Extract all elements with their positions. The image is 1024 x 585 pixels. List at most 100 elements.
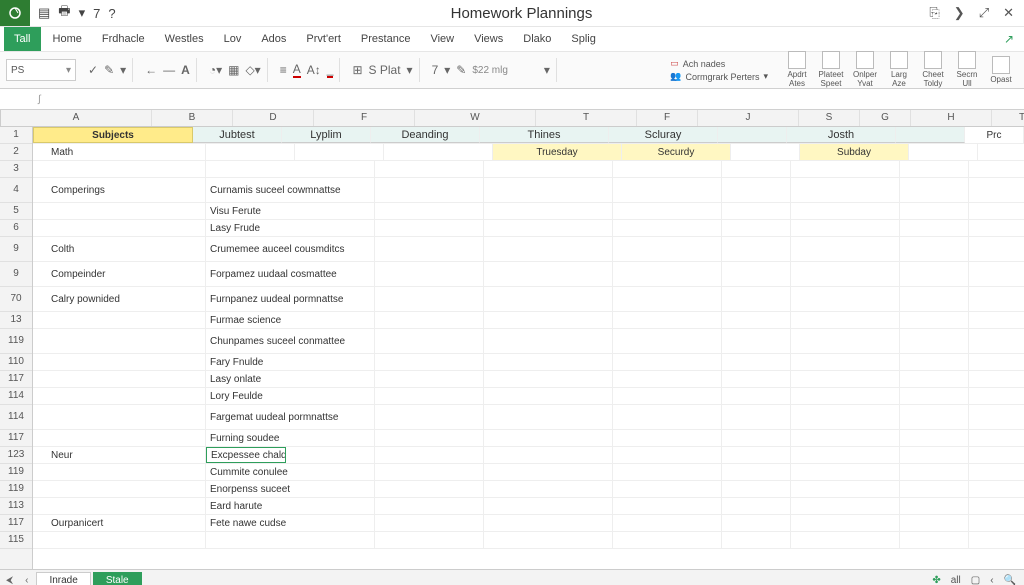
cell[interactable] xyxy=(484,447,613,463)
cell[interactable] xyxy=(969,464,1024,480)
cell[interactable] xyxy=(900,371,969,387)
cell[interactable] xyxy=(900,430,969,446)
dropdown-icon[interactable]: ▾ xyxy=(763,71,768,82)
cell[interactable] xyxy=(613,287,722,311)
cell[interactable]: Jubtest xyxy=(193,127,282,143)
menu-ados[interactable]: Ados xyxy=(251,29,296,49)
cell[interactable]: Lasy Frude xyxy=(206,220,375,236)
cell[interactable] xyxy=(969,178,1024,202)
cell[interactable] xyxy=(900,464,969,480)
scroll-left-icon[interactable]: ‹ xyxy=(990,575,993,585)
font-color-icon[interactable]: _ xyxy=(327,62,334,78)
border-icon[interactable]: ▦ xyxy=(228,63,239,77)
row-head[interactable]: 114 xyxy=(0,388,32,405)
cell[interactable]: Curnamis suceel cowmnattse xyxy=(206,178,375,202)
print-icon[interactable]: 🖶 xyxy=(58,2,70,24)
notes-icon[interactable]: ▭ xyxy=(670,58,679,69)
cell[interactable]: Scluray xyxy=(609,127,718,143)
cell[interactable] xyxy=(722,262,791,286)
row-head[interactable]: 1 xyxy=(0,127,32,144)
col-head-G[interactable]: G xyxy=(860,110,911,126)
cell[interactable]: Subday xyxy=(800,144,909,160)
cell[interactable] xyxy=(969,220,1024,236)
cell[interactable] xyxy=(969,430,1024,446)
cell[interactable] xyxy=(978,144,1024,160)
row-head[interactable]: 70 xyxy=(0,287,32,312)
cell[interactable] xyxy=(969,532,1024,548)
cell[interactable] xyxy=(722,287,791,311)
cell[interactable]: Josth xyxy=(787,127,896,143)
cell[interactable]: Furning soudee xyxy=(206,430,375,446)
cell[interactable] xyxy=(484,498,613,514)
cell[interactable] xyxy=(791,203,900,219)
cell[interactable]: Eard harute xyxy=(206,498,375,514)
cell[interactable] xyxy=(484,312,613,328)
cell[interactable] xyxy=(791,220,900,236)
cell[interactable] xyxy=(206,161,375,177)
dropdown-icon[interactable]: ▾ xyxy=(407,63,413,77)
cell[interactable]: Ourpanicert xyxy=(33,515,206,531)
cell[interactable] xyxy=(375,161,484,177)
cell[interactable] xyxy=(484,161,613,177)
cell[interactable] xyxy=(484,515,613,531)
cell[interactable] xyxy=(900,447,969,463)
menu-westles[interactable]: Westles xyxy=(155,29,214,49)
cell[interactable] xyxy=(791,329,900,353)
cell[interactable]: Visu Ferute xyxy=(206,203,375,219)
cell[interactable]: Lyplim xyxy=(282,127,371,143)
formula-bar[interactable]: ∫ xyxy=(0,89,1024,110)
menu-frdhacle[interactable]: Frdhacle xyxy=(92,29,155,49)
cell[interactable] xyxy=(969,262,1024,286)
font-size-icon[interactable]: A xyxy=(293,62,301,78)
num-7[interactable]: 7 xyxy=(432,63,439,77)
app-badge[interactable] xyxy=(0,0,30,26)
row-head[interactable]: 115 xyxy=(0,532,32,549)
cell[interactable]: Forpamez uudaal cosmattee xyxy=(206,262,375,286)
cell[interactable] xyxy=(722,220,791,236)
dropdown-icon[interactable]: ▾ xyxy=(120,63,126,77)
cell[interactable]: Subjects xyxy=(33,127,193,143)
save-icon[interactable]: ▤ xyxy=(38,5,50,21)
cell[interactable] xyxy=(384,144,493,160)
cell[interactable] xyxy=(791,354,900,370)
cell[interactable] xyxy=(484,354,613,370)
cell[interactable] xyxy=(791,464,900,480)
name-box[interactable]: PS▾ xyxy=(6,59,76,81)
ribbon-btn-plateet[interactable]: PlateetSpeet xyxy=(814,51,848,89)
font-a-icon[interactable]: A xyxy=(181,63,190,77)
cell[interactable] xyxy=(613,447,722,463)
cell[interactable] xyxy=(484,405,613,429)
cell[interactable] xyxy=(969,237,1024,261)
menu-prestance[interactable]: Prestance xyxy=(351,29,421,49)
cell[interactable] xyxy=(722,464,791,480)
cell[interactable] xyxy=(900,203,969,219)
ribbon-btn-onlper[interactable]: OnlperYvat xyxy=(848,51,882,89)
sheet-tab-stale[interactable]: Stale xyxy=(93,572,142,585)
cell[interactable] xyxy=(791,515,900,531)
cell[interactable] xyxy=(969,312,1024,328)
cell[interactable]: Crumemee auceel cousmditcs xyxy=(206,237,375,261)
cell[interactable] xyxy=(722,532,791,548)
cell[interactable] xyxy=(900,498,969,514)
cell[interactable]: Deanding xyxy=(371,127,480,143)
cell[interactable] xyxy=(722,430,791,446)
col-head-W[interactable]: W xyxy=(415,110,536,126)
window-next-icon[interactable]: ❯ xyxy=(954,5,965,21)
cell[interactable] xyxy=(969,481,1024,497)
cell[interactable]: Fary Fnulde xyxy=(206,354,375,370)
cell[interactable] xyxy=(722,178,791,202)
cell[interactable] xyxy=(791,405,900,429)
cell[interactable]: Comperings xyxy=(33,178,206,202)
cell[interactable]: Colth xyxy=(33,237,206,261)
cell[interactable] xyxy=(375,178,484,202)
brush-icon[interactable]: ✎ xyxy=(104,63,114,77)
cell[interactable] xyxy=(33,220,206,236)
cell[interactable] xyxy=(375,237,484,261)
row-head[interactable]: 4 xyxy=(0,178,32,203)
cell[interactable] xyxy=(900,178,969,202)
help-icon[interactable]: ? xyxy=(108,6,115,21)
cell[interactable] xyxy=(722,388,791,404)
cell[interactable] xyxy=(969,371,1024,387)
cell[interactable]: Chunpames suceel conmattee xyxy=(206,329,375,353)
cell[interactable] xyxy=(33,329,206,353)
